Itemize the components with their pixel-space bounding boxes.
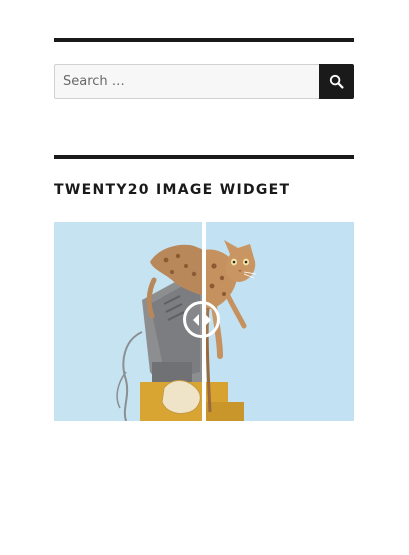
- widget-divider: [54, 155, 354, 159]
- comparison-handle[interactable]: [183, 301, 220, 338]
- widget-title: TWENTY20 IMAGE WIDGET: [54, 182, 291, 198]
- search-form: [54, 64, 354, 99]
- search-icon: [329, 74, 344, 89]
- top-divider: [54, 38, 354, 42]
- search-input[interactable]: [54, 64, 319, 99]
- image-comparison[interactable]: [54, 222, 354, 421]
- arrow-left-icon: [192, 313, 199, 326]
- search-button[interactable]: [319, 64, 354, 99]
- arrow-right-icon: [204, 313, 211, 326]
